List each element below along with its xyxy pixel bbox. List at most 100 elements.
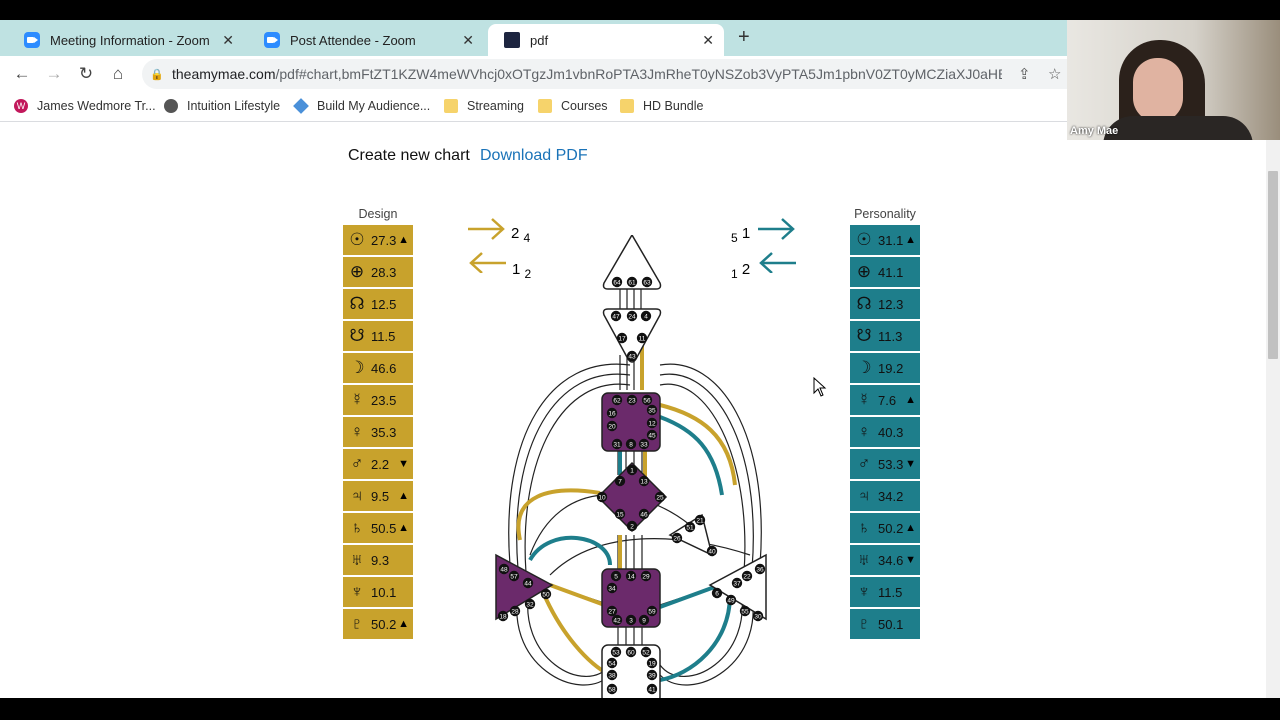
close-icon[interactable]: ✕ — [702, 32, 714, 49]
design-planet-row: ☉ 27.3 ▲ — [343, 225, 413, 257]
gate-14: 14 — [625, 570, 637, 582]
gate-number: 16 — [608, 410, 616, 417]
planet-symbol-icon: ♆ — [857, 582, 871, 601]
gate-43: 43 — [626, 350, 638, 362]
gate-2: 2 — [626, 520, 638, 532]
gate-number: 24 — [628, 313, 636, 320]
gate-number: 25 — [656, 494, 664, 501]
download-pdf-link[interactable]: Download PDF — [480, 147, 588, 165]
planet-value: 2.2 — [371, 456, 390, 472]
page-scrollbar[interactable] — [1266, 123, 1280, 698]
personality-planet-row: ⊕ 41.1 — [850, 257, 920, 289]
gate-44: 44 — [522, 577, 534, 589]
bookmark-label: James Wedmore Tr... — [37, 99, 156, 113]
address-bar[interactable]: 🔒 theamymae.com/pdf#chart,bmFtZT1KZW4meW… — [142, 59, 1082, 89]
gate-number: 46 — [640, 511, 648, 518]
design-planet-row: ♂ 2.2 ▼ — [343, 449, 413, 481]
direction-arrow-icon: ▼ — [398, 458, 409, 470]
gate-number: 41 — [648, 686, 656, 693]
forward-icon[interactable]: → — [42, 62, 66, 86]
gate-number: 8 — [629, 441, 633, 448]
personality-heading: Personality — [854, 207, 916, 221]
bookmark-intuition-lifestyle[interactable]: Intuition Lifestyle — [164, 99, 280, 113]
create-new-chart-link[interactable]: Create new chart — [348, 147, 470, 165]
tab-post-attendee[interactable]: Post Attendee - Zoom ✕ — [248, 24, 484, 56]
gate-39: 39 — [646, 669, 658, 681]
close-icon[interactable]: ✕ — [462, 32, 474, 49]
planet-value: 9.3 — [371, 552, 390, 568]
planet-symbol-icon: ☉ — [856, 230, 872, 249]
personality-planet-row: ♂ 53.3 ▼ — [850, 449, 920, 481]
bookmark-courses[interactable]: Courses — [538, 99, 608, 113]
gate-number: 60 — [627, 649, 635, 656]
gate-number: 26 — [673, 535, 681, 542]
planet-value: 27.3 — [371, 232, 397, 248]
tab-meeting-information[interactable]: Meeting Information - Zoom ✕ — [8, 24, 244, 56]
back-icon[interactable]: ← — [10, 62, 34, 86]
scrollbar-thumb[interactable] — [1268, 171, 1278, 359]
planet-symbol-icon: ☊ — [856, 294, 872, 313]
home-icon[interactable]: ⌂ — [106, 62, 130, 86]
reload-icon[interactable]: ↻ — [74, 62, 98, 86]
planet-symbol-icon: ♃ — [857, 486, 871, 505]
personality-planet-row: ♅ 34.6 ▼ — [850, 545, 920, 577]
star-icon[interactable]: ☆ — [1048, 65, 1061, 83]
design-planet-row: ♅ 9.3 — [343, 545, 413, 577]
gate-52: 52 — [640, 646, 652, 658]
share-icon[interactable]: ⇪ — [1018, 65, 1031, 83]
gate-60: 60 — [625, 646, 637, 658]
planet-value: 12.5 — [371, 296, 397, 312]
planet-symbol-icon: ☋ — [856, 326, 872, 345]
gate-number: 51 — [686, 524, 694, 531]
personality-planet-row: ☽ 19.2 — [850, 353, 920, 385]
bookmark-james-wedmore[interactable]: W James Wedmore Tr... — [14, 99, 156, 113]
bookmark-streaming[interactable]: Streaming — [444, 99, 524, 113]
gate-64: 64 — [611, 276, 623, 288]
bookmark-build-my-audience[interactable]: Build My Audience... — [293, 98, 430, 114]
gate-47: 47 — [610, 310, 622, 322]
personality-planet-row: ♃ 34.2 — [850, 481, 920, 513]
gate-number: 39 — [648, 672, 656, 679]
design-planet-row: ♀ 35.3 — [343, 417, 413, 449]
planet-symbol-icon: ⊕ — [349, 262, 365, 281]
gate-number: 13 — [640, 478, 648, 485]
gate-31: 31 — [611, 438, 623, 450]
gate-number: 15 — [616, 511, 624, 518]
gate-45: 45 — [646, 429, 658, 441]
gate-number: 54 — [608, 660, 616, 667]
bookmark-hd-bundle[interactable]: HD Bundle — [620, 99, 703, 113]
tab-pdf[interactable]: pdf ✕ — [488, 24, 724, 56]
design-heading: Design — [358, 207, 398, 221]
gate-15: 15 — [614, 508, 626, 520]
close-icon[interactable]: ✕ — [222, 32, 234, 49]
design-planet-row: ⊕ 28.3 — [343, 257, 413, 289]
design-planet-row: ♆ 10.1 — [343, 577, 413, 609]
planet-symbol-icon: ♇ — [857, 614, 871, 633]
gate-number: 49 — [727, 597, 735, 604]
gate-number: 57 — [510, 573, 518, 580]
gate-number: 43 — [628, 353, 636, 360]
gate-21: 21 — [694, 514, 706, 526]
new-tab-icon[interactable]: + — [738, 26, 750, 49]
gate-16: 16 — [606, 407, 618, 419]
planet-value: 46.6 — [371, 360, 397, 376]
direction-arrow-icon: ▲ — [398, 490, 409, 502]
planet-symbol-icon: ☉ — [349, 230, 365, 249]
gate-number: 7 — [618, 478, 622, 485]
planet-value: 11.5 — [371, 328, 396, 344]
gate-number: 12 — [648, 420, 656, 427]
gate-number: 31 — [613, 441, 621, 448]
mouse-cursor-icon — [813, 377, 827, 397]
gate-number: 27 — [608, 608, 616, 615]
gate-41: 41 — [646, 683, 658, 695]
planet-symbol-icon: ☊ — [349, 294, 365, 313]
planet-symbol-icon: ☽ — [856, 358, 872, 377]
zoom-icon — [24, 32, 40, 48]
folder-icon — [620, 99, 634, 113]
gate-27: 27 — [606, 605, 618, 617]
gate-number: 29 — [642, 573, 650, 580]
folder-icon — [538, 99, 552, 113]
gate-46: 46 — [638, 508, 650, 520]
planet-symbol-icon: ☿ — [857, 390, 871, 409]
gate-12: 12 — [646, 417, 658, 429]
